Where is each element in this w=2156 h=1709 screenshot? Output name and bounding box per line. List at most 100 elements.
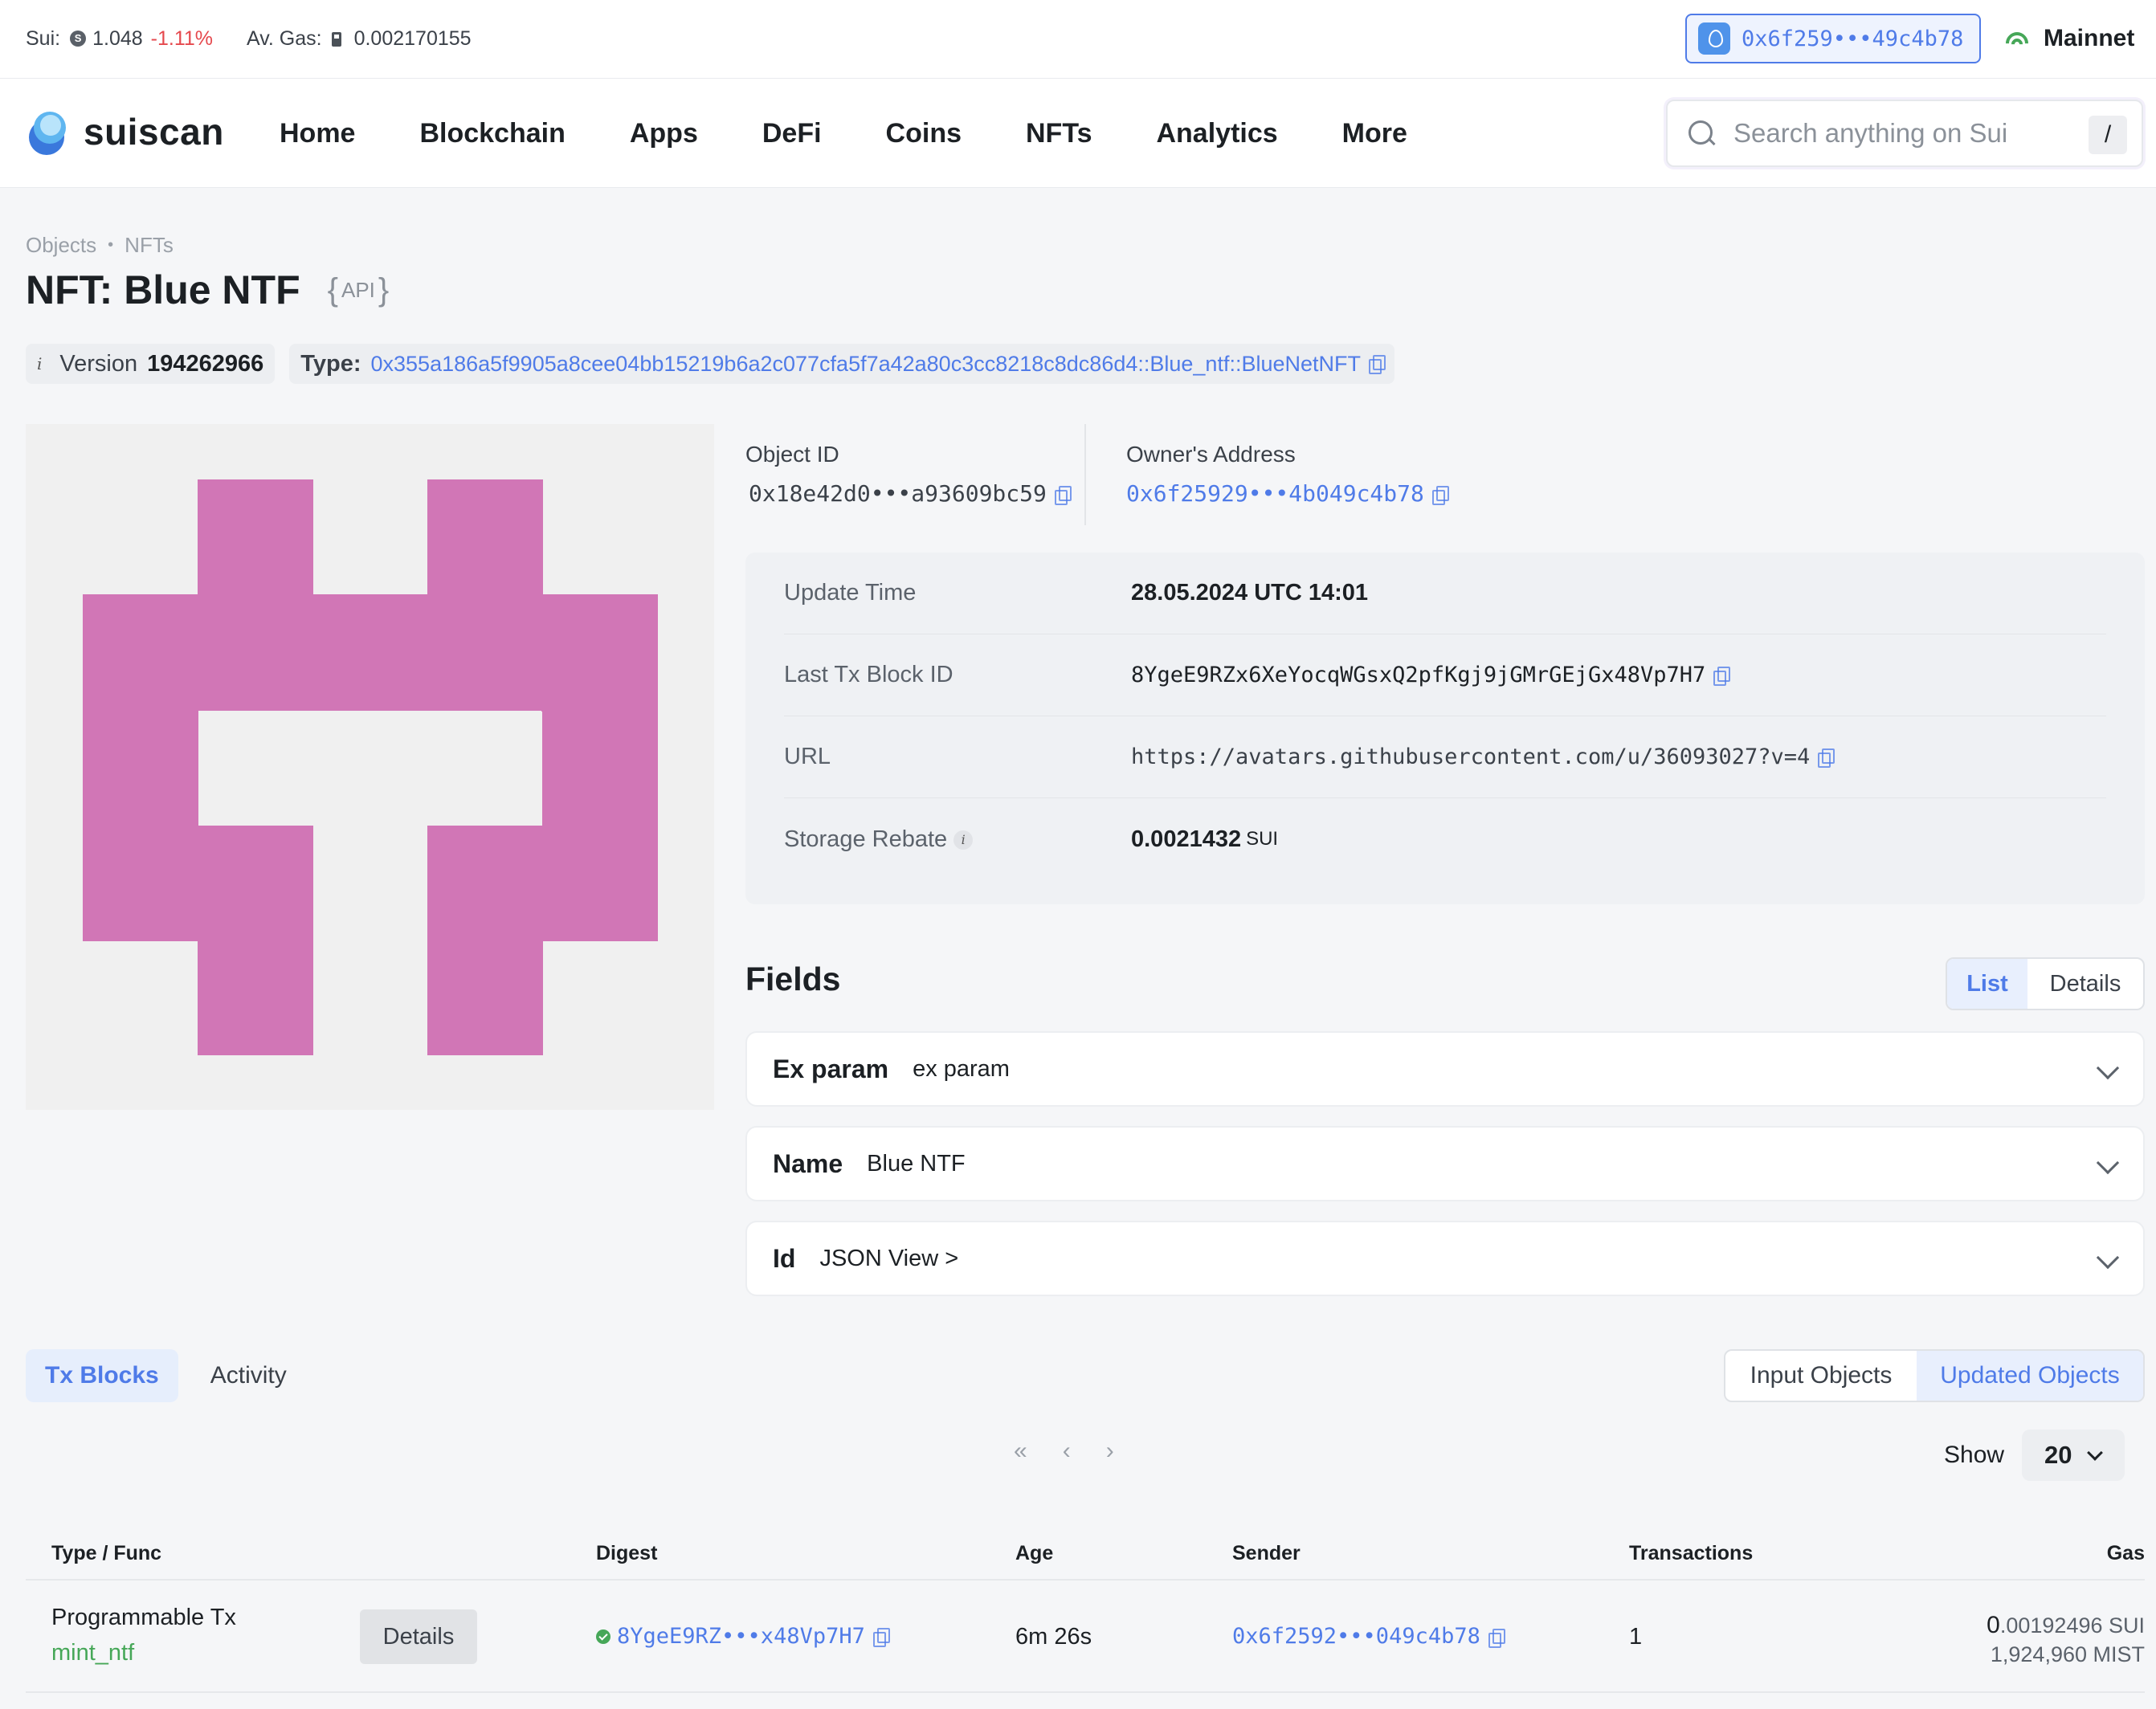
sui-price-change: -1.11% (150, 27, 214, 50)
tx-tabs: Tx Blocks Activity (26, 1349, 319, 1402)
details-button[interactable]: Details (360, 1609, 477, 1664)
copy-icon[interactable] (872, 1627, 890, 1647)
main-nav: suiscan Home Blockchain Apps DeFi Coins … (0, 79, 2156, 188)
property-row: Storage Rebate i 0.0021432 SUI (784, 798, 2106, 880)
last-tx-block-label: Last Tx Block ID (784, 662, 953, 687)
nav-blockchain[interactable]: Blockchain (419, 118, 565, 149)
properties-panel: Update Time 28.05.2024 UTC 14:01 Last Tx… (745, 553, 2145, 904)
field-value: ex param (913, 1055, 1010, 1082)
search-input[interactable] (1733, 118, 2079, 149)
tx-function-link[interactable]: mint_ntf (51, 1640, 134, 1666)
copy-icon[interactable] (1431, 486, 1449, 505)
chevron-down-icon[interactable] (2096, 1151, 2120, 1175)
copy-icon[interactable] (1488, 1628, 1505, 1648)
search-icon (1687, 119, 1716, 148)
header-transactions: Transactions (1629, 1542, 1754, 1564)
tx-sender-link[interactable]: 0x6f2592•••049c4b78 (1232, 1624, 1480, 1649)
field-ex-param[interactable]: Ex param ex param (745, 1031, 2145, 1107)
copy-icon[interactable] (1818, 748, 1835, 768)
nav-coins[interactable]: Coins (886, 118, 962, 149)
sui-price-label: Sui: (26, 27, 61, 50)
suiscan-logo-icon (26, 108, 72, 155)
wallet-address: 0x6f259•••49c4b78 (1742, 26, 1964, 51)
update-time-value: 28.05.2024 UTC 14:01 (1131, 580, 1369, 606)
field-value: Blue NTF (867, 1150, 966, 1177)
object-id-value: 0x18e42d0•••a93609bc59 (749, 480, 1047, 507)
chevron-down-icon[interactable] (2096, 1246, 2120, 1270)
nav-more[interactable]: More (1342, 118, 1407, 149)
wallet-button[interactable]: 0x6f259•••49c4b78 (1685, 14, 1981, 63)
property-row: URL https://avatars.githubusercontent.co… (784, 716, 2106, 798)
gas-label: Av. Gas: (247, 27, 322, 50)
version-chip: i Version 194262966 (26, 344, 276, 384)
sui-price: 1.048 (92, 27, 143, 50)
top-bar: Sui: S 1.048 -1.11% Av. Gas: 0.002170155… (0, 0, 2156, 79)
copy-icon[interactable] (1369, 355, 1386, 374)
table-row: Programmable Tx mint_ntf Details 8YgeE9R… (26, 1582, 2145, 1693)
next-page-icon[interactable]: › (1106, 1438, 1114, 1465)
breadcrumb-objects[interactable]: Objects (26, 233, 96, 258)
info-icon[interactable]: i (953, 830, 974, 850)
header-type-func: Type / Func (51, 1542, 162, 1564)
copy-icon[interactable] (1054, 486, 1072, 505)
prev-page-icon[interactable]: ‹ (1063, 1438, 1071, 1465)
fields-view-toggle: List Details (1946, 957, 2145, 1010)
nav-apps[interactable]: Apps (630, 118, 698, 149)
api-button[interactable]: {API} (325, 272, 393, 308)
tab-activity[interactable]: Activity (191, 1349, 306, 1402)
header-age: Age (1015, 1542, 1054, 1564)
nav-analytics[interactable]: Analytics (1156, 118, 1277, 149)
property-row: Update Time 28.05.2024 UTC 14:01 (784, 553, 2106, 634)
tab-tx-blocks[interactable]: Tx Blocks (26, 1349, 178, 1402)
chevron-down-icon[interactable] (2096, 1056, 2120, 1080)
gas-integer: 0 (1987, 1612, 2000, 1638)
table-header: Type / Func Digest Age Sender Transactio… (26, 1523, 2145, 1581)
info-icon: i (37, 354, 43, 373)
owner-block: Owner's Address 0x6f25929•••4b049c4b78 (1126, 442, 1449, 507)
api-label: API (341, 277, 375, 302)
page-size-value: 20 (2044, 1441, 2072, 1469)
storage-rebate-value: 0.0021432 (1131, 826, 1242, 852)
nav-nfts[interactable]: NFTs (1026, 118, 1092, 149)
copy-icon[interactable] (1713, 666, 1731, 686)
field-id[interactable]: Id JSON View > (745, 1221, 2145, 1296)
gas-fraction: .00192496 SUI (1999, 1613, 2145, 1638)
meta-row: i Version 194262966 Type: 0x355a186a5f99… (26, 344, 1409, 384)
breadcrumb-nfts[interactable]: NFTs (125, 233, 174, 258)
page-title: NFT: Blue NTF (26, 267, 300, 312)
type-value[interactable]: 0x355a186a5f9905a8cee04bb15219b6a2c077cf… (371, 352, 1362, 377)
tx-type: Programmable Tx (51, 1605, 236, 1630)
last-tx-block-link[interactable]: 8YgeE9RZx6XeYocqWGsxQ2pfKgj9jGMrGEjGx48V… (1131, 663, 1705, 687)
tx-digest-link[interactable]: 8YgeE9RZ•••x48Vp7H7 (617, 1624, 865, 1649)
nav-defi[interactable]: DeFi (762, 118, 822, 149)
divider (1084, 424, 1086, 525)
field-name[interactable]: Name Blue NTF (745, 1126, 2145, 1201)
input-objects-button[interactable]: Input Objects (1725, 1351, 1917, 1401)
field-key: Name (773, 1148, 843, 1178)
tx-sender: 0x6f2592•••049c4b78 (1232, 1624, 1505, 1649)
updated-objects-button[interactable]: Updated Objects (1917, 1351, 2143, 1401)
type-label: Type: (300, 350, 361, 377)
network-selector[interactable]: Mainnet (2002, 16, 2134, 61)
object-id-block: Object ID 0x18e42d0•••a93609bc59 (745, 442, 1072, 507)
sui-coin-icon: S (70, 31, 87, 47)
header-sender: Sender (1232, 1542, 1301, 1564)
nav-home[interactable]: Home (280, 118, 355, 149)
first-page-icon[interactable]: « (1014, 1438, 1027, 1465)
success-check-icon (596, 1629, 610, 1644)
objects-toggle: Input Objects Updated Objects (1724, 1349, 2145, 1402)
gas-value: 0.002170155 (353, 27, 472, 50)
breadcrumb: Objects • NFTs (26, 233, 174, 258)
search-box: / (1666, 100, 2143, 167)
page-size-select[interactable]: 20 (2022, 1430, 2125, 1481)
suiscan-logo[interactable]: suiscan (26, 106, 224, 157)
property-row: Last Tx Block ID 8YgeE9RZx6XeYocqWGsxQ2p… (784, 634, 2106, 716)
details-view-button[interactable]: Details (2027, 959, 2143, 1009)
price-ticker: Sui: S 1.048 -1.11% Av. Gas: 0.002170155 (26, 0, 472, 77)
list-view-button[interactable]: List (1947, 959, 2027, 1009)
owner-address-link[interactable]: 0x6f25929•••4b049c4b78 (1126, 480, 1424, 507)
nft-identicon-image (83, 479, 658, 1055)
field-key: Id (773, 1243, 796, 1273)
json-view-link[interactable]: JSON View > (819, 1246, 958, 1272)
update-time-label: Update Time (784, 580, 917, 606)
